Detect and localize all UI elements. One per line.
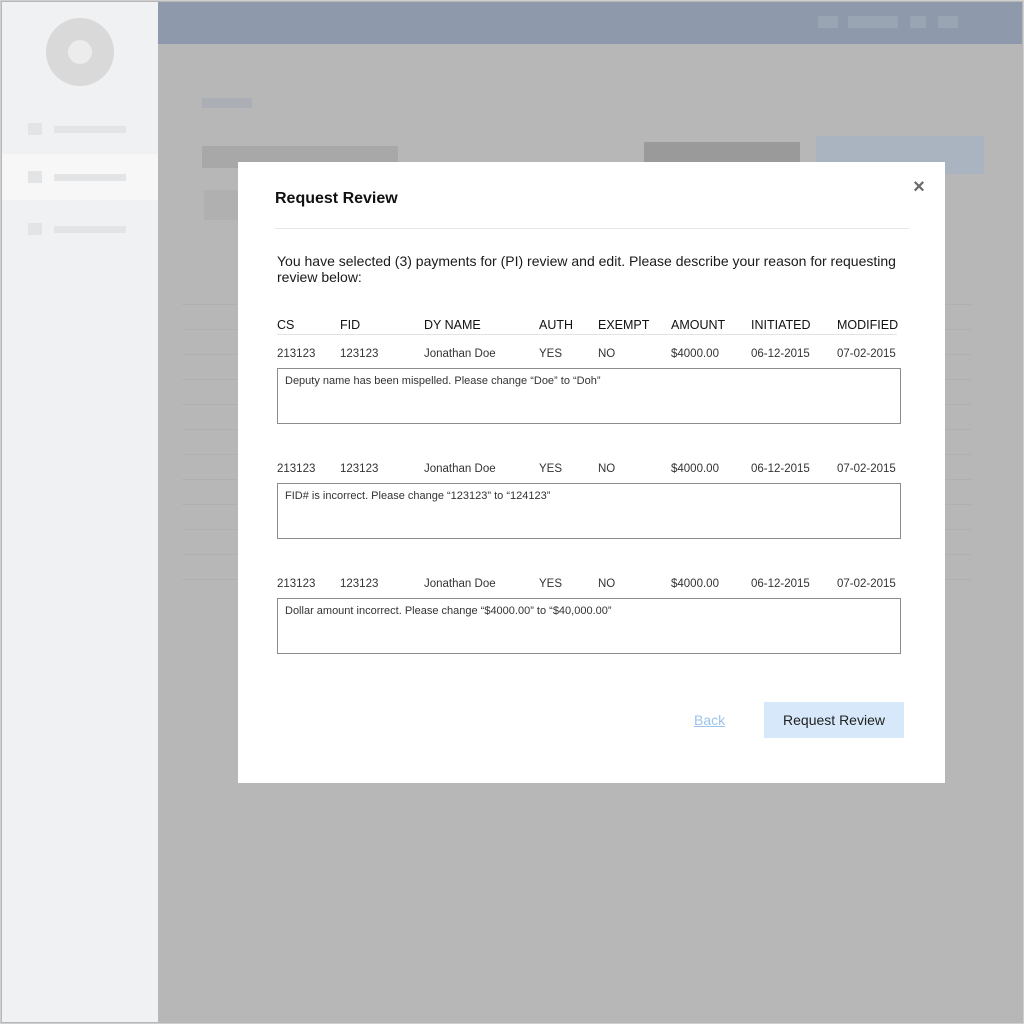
cell-modified: 07-02-2015 [837, 578, 896, 590]
cell-exempt: NO [598, 348, 616, 360]
top-bar [158, 2, 1022, 44]
cell-dy-name: Jonathan Doe [424, 463, 496, 475]
nav-icon [28, 223, 42, 235]
header-divider [277, 334, 897, 335]
cell-auth: YES [539, 463, 563, 475]
cell-auth: YES [539, 348, 563, 360]
cell-auth: YES [539, 578, 563, 590]
cell-modified: 07-02-2015 [837, 348, 896, 360]
avatar [46, 18, 114, 86]
request-review-button[interactable]: Request Review [764, 702, 904, 738]
cell-amount: $4000.00 [671, 348, 719, 360]
column-header-dy-name: DY NAME [424, 318, 481, 332]
column-header-exempt: EXEMPT [598, 318, 650, 332]
reason-textarea[interactable]: Deputy name has been mispelled. Please c… [277, 368, 901, 424]
back-link[interactable]: Back [694, 712, 725, 728]
nav-icon [28, 171, 42, 183]
cell-fid: 123123 [340, 348, 379, 360]
modal-divider [275, 228, 909, 229]
cell-initiated: 06-12-2015 [751, 578, 810, 590]
cell-initiated: 06-12-2015 [751, 463, 810, 475]
sidebar [2, 2, 158, 1022]
modal-intro-text: You have selected (3) payments for (PI) … [277, 253, 896, 285]
request-review-modal: × Request Review You have selected (3) p… [238, 162, 945, 783]
cell-modified: 07-02-2015 [837, 463, 896, 475]
column-header-initiated: INITIATED [751, 318, 811, 332]
cell-initiated: 06-12-2015 [751, 348, 810, 360]
reason-textarea[interactable]: Dollar amount incorrect. Please change “… [277, 598, 901, 654]
column-header-auth: AUTH [539, 318, 574, 332]
cell-amount: $4000.00 [671, 578, 719, 590]
cell-fid: 123123 [340, 463, 379, 475]
cell-dy-name: Jonathan Doe [424, 578, 496, 590]
cell-cs: 213123 [277, 463, 316, 475]
sidebar-item-1 [2, 106, 158, 152]
cell-fid: 123123 [340, 578, 379, 590]
column-header-cs: CS [277, 318, 295, 332]
reason-textarea[interactable]: FID# is incorrect. Please change “123123… [277, 483, 901, 539]
cell-cs: 213123 [277, 578, 316, 590]
column-header-amount: AMOUNT [671, 318, 726, 332]
column-header-fid: FID [340, 318, 361, 332]
sidebar-item-3 [2, 206, 158, 252]
column-header-modified: MODIFIED [837, 318, 899, 332]
close-icon[interactable]: × [911, 177, 927, 197]
nav-icon [28, 123, 42, 135]
cell-exempt: NO [598, 578, 616, 590]
sidebar-item-2 [2, 154, 158, 200]
cell-dy-name: Jonathan Doe [424, 348, 496, 360]
cell-amount: $4000.00 [671, 463, 719, 475]
cell-exempt: NO [598, 463, 616, 475]
cell-cs: 213123 [277, 348, 316, 360]
modal-title: Request Review [275, 190, 398, 207]
background-breadcrumb [202, 98, 252, 108]
